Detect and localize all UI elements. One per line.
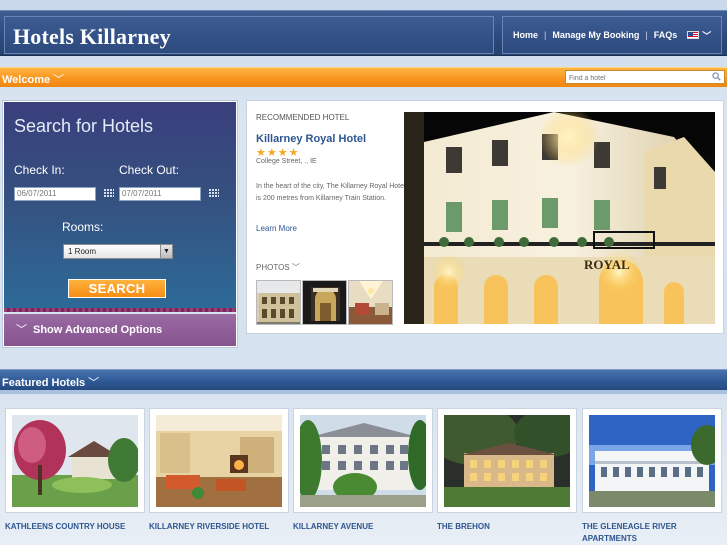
featured-hotel-name[interactable]: KILLARNEY RIVERSIDE HOTEL [149,521,289,533]
top-nav: Home | Manage My Booking | FAQs ﹀ [502,16,722,54]
featured-hotels-label: Featured Hotels [2,377,86,389]
brand-box: Hotels Killarney [4,16,494,54]
photo-thumbnail[interactable] [256,280,301,325]
checkout-input[interactable]: 07/07/2011 [119,187,201,201]
welcome-toggle[interactable]: Welcome ﹀ [2,71,64,87]
brehon-hotel-image [444,415,570,507]
hotel-lobby-image [156,415,282,507]
rooms-label: Rooms: [62,220,104,234]
checkin-label: Check In: [14,163,65,177]
rooms-select[interactable]: 1 Room ▼ [63,244,173,259]
recommended-kicker: RECOMMENDED HOTEL [256,113,350,122]
featured-hotel-card[interactable] [437,408,577,513]
hotel-photo[interactable] [444,415,570,507]
chevron-down-icon: ﹀ [88,377,100,389]
checkin-input[interactable]: 06/07/2011 [14,187,96,201]
search-panel: Search for Hotels Check In: Check Out: 0… [3,101,237,347]
search-form: Search for Hotels Check In: Check Out: 0… [4,102,236,308]
advanced-options-label: Show Advanced Options [33,324,163,336]
hotel-entrance-thumbnail-image [303,281,346,324]
featured-hotel-card[interactable] [149,408,289,513]
country-house-image [12,415,138,507]
photos-label: PHOTOS [256,263,290,272]
advanced-options-toggle[interactable]: ﹀ Show Advanced Options [4,314,236,346]
dropdown-arrow-icon[interactable]: ▼ [160,245,172,258]
search-title: Search for Hotels [14,116,154,136]
recommended-hotel-panel: RECOMMENDED HOTEL Killarney Royal Hotel … [246,100,724,334]
hotel-photo[interactable] [300,415,426,507]
find-hotel-box [565,70,725,85]
learn-more-link[interactable]: Learn More [256,224,297,233]
featured-hotels-bar: Featured Hotels ﹀ [0,369,727,390]
calendar-icon[interactable] [209,189,219,198]
chevron-down-icon[interactable]: ﹀ [702,29,711,42]
nav-separator: | [544,30,547,40]
nav-separator: | [645,30,648,40]
welcome-bar: Welcome ﹀ [0,67,727,87]
featured-hotel-card[interactable] [582,408,722,513]
photo-thumbnail[interactable] [348,280,393,325]
featured-hotel-name[interactable]: THE BREHON [437,521,577,533]
nav-home-link[interactable]: Home [513,30,538,40]
hotel-address: College Street, ., IE [256,158,317,165]
hotel-night-facade-image: ROYAL [404,112,715,324]
photo-thumbnail[interactable] [302,280,347,325]
calendar-icon[interactable] [104,189,114,198]
hotel-photo[interactable] [12,415,138,507]
recommended-hotel-name[interactable]: Killarney Royal Hotel [256,133,366,145]
hotel-interior-thumbnail-image [349,281,392,324]
photos-toggle[interactable]: PHOTOS ﹀ [256,262,300,273]
hotel-facade-thumbnail-image [257,281,300,324]
recommended-hotel-photo[interactable]: ROYAL [404,112,715,324]
nav-faqs-link[interactable]: FAQs [654,30,678,40]
featured-divider [0,390,727,394]
site-header: Hotels Killarney Home | Manage My Bookin… [0,10,727,56]
rooms-select-value: 1 Room [68,247,97,256]
featured-hotels-toggle[interactable]: Featured Hotels ﹀ [2,374,99,390]
checkout-label: Check Out: [119,163,180,177]
us-flag-icon[interactable] [687,31,700,39]
avenue-hotel-image [300,415,426,507]
welcome-label: Welcome [2,74,51,86]
divider-stripe [4,308,236,312]
featured-hotel-name[interactable]: THE GLENEAGLE RIVER APARTMENTS [582,521,702,545]
hotel-photo[interactable] [156,415,282,507]
hotel-sign-text: ROYAL [584,257,630,272]
featured-hotel-card[interactable] [293,408,433,513]
featured-hotel-name[interactable]: KILLARNEY AVENUE [293,521,433,533]
site-logo-text[interactable]: Hotels Killarney [13,24,171,50]
featured-hotel-card[interactable] [5,408,145,513]
chevron-down-icon: ﹀ [291,263,300,272]
hotel-description: In the heart of the city, The Killarney … [256,183,406,202]
hotel-photo[interactable] [589,415,715,507]
search-icon[interactable] [712,72,721,81]
search-button[interactable]: SEARCH [68,279,166,298]
featured-hotel-name[interactable]: KATHLEENS COUNTRY HOUSE [5,521,145,533]
chevron-down-icon: ﹀ [16,324,27,336]
nav-manage-booking-link[interactable]: Manage My Booking [552,30,639,40]
find-hotel-input[interactable] [566,72,706,85]
gleneagle-apartments-image [589,415,715,507]
chevron-down-icon: ﹀ [53,74,65,86]
